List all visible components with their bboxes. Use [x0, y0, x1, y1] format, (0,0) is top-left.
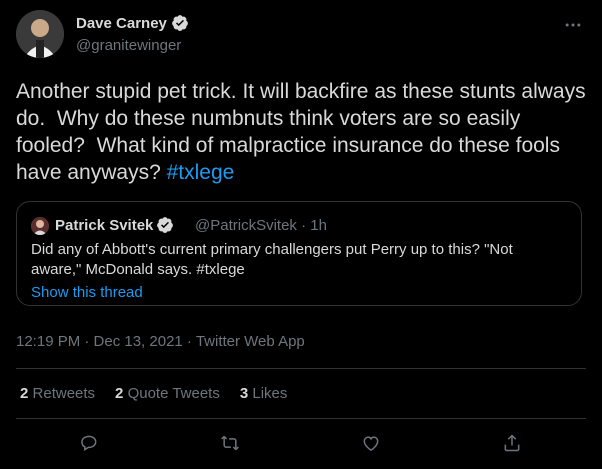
quotes-count: 2: [115, 385, 124, 402]
quote-text: Did any of Abbott's current primary chal…: [31, 241, 513, 278]
retweet-icon[interactable]: [217, 430, 243, 456]
likes-stat[interactable]: 3 Likes: [240, 385, 288, 402]
hashtag-link[interactable]: #txlege: [167, 161, 235, 184]
more-options-icon[interactable]: [562, 14, 584, 36]
quote-display-name: Patrick Svitek: [55, 216, 154, 234]
verified-badge-icon: [172, 15, 188, 31]
author-name[interactable]: Dave Carney: [76, 14, 189, 32]
quote-author-name: Patrick Svitek: [55, 216, 174, 234]
tweet-detail: Dave Carney @granitewinger Another stupi…: [0, 0, 602, 469]
user-avatar-icon: [16, 10, 64, 58]
reply-icon[interactable]: [76, 430, 102, 456]
like-icon[interactable]: [358, 430, 384, 456]
action-bar: [0, 430, 602, 456]
engagement-stats: 2 Retweets 2 Quote Tweets 3 Likes: [20, 385, 287, 402]
likes-label: Likes: [252, 385, 288, 402]
divider: [16, 368, 586, 369]
show-thread-link[interactable]: Show this thread: [31, 284, 143, 301]
quoted-tweet[interactable]: Patrick Svitek @PatrickSvitek · 1h Did a…: [16, 201, 582, 306]
author-handle[interactable]: @granitewinger: [76, 37, 181, 54]
author-avatar[interactable]: [16, 10, 64, 58]
share-icon[interactable]: [499, 430, 525, 456]
quotes-label: Quote Tweets: [127, 385, 220, 402]
divider: [16, 418, 586, 419]
user-avatar-icon: [31, 217, 49, 235]
retweets-label: Retweets: [32, 385, 96, 402]
retweets-count: 2: [20, 385, 29, 402]
author-display-name: Dave Carney: [76, 14, 167, 32]
verified-badge-icon: [157, 217, 174, 233]
tweet-timestamp[interactable]: 12:19 PM · Dec 13, 2021 · Twitter Web Ap…: [16, 333, 305, 350]
retweets-stat[interactable]: 2 Retweets: [20, 385, 95, 402]
tweet-body: Another stupid pet trick. It will backfi…: [16, 80, 592, 184]
quote-author-avatar: [31, 217, 49, 235]
tweet-text: Another stupid pet trick. It will backfi…: [16, 78, 588, 186]
quote-tweets-stat[interactable]: 2 Quote Tweets: [115, 385, 220, 402]
quote-meta: @PatrickSvitek · 1h: [195, 217, 327, 234]
likes-count: 3: [239, 385, 249, 402]
